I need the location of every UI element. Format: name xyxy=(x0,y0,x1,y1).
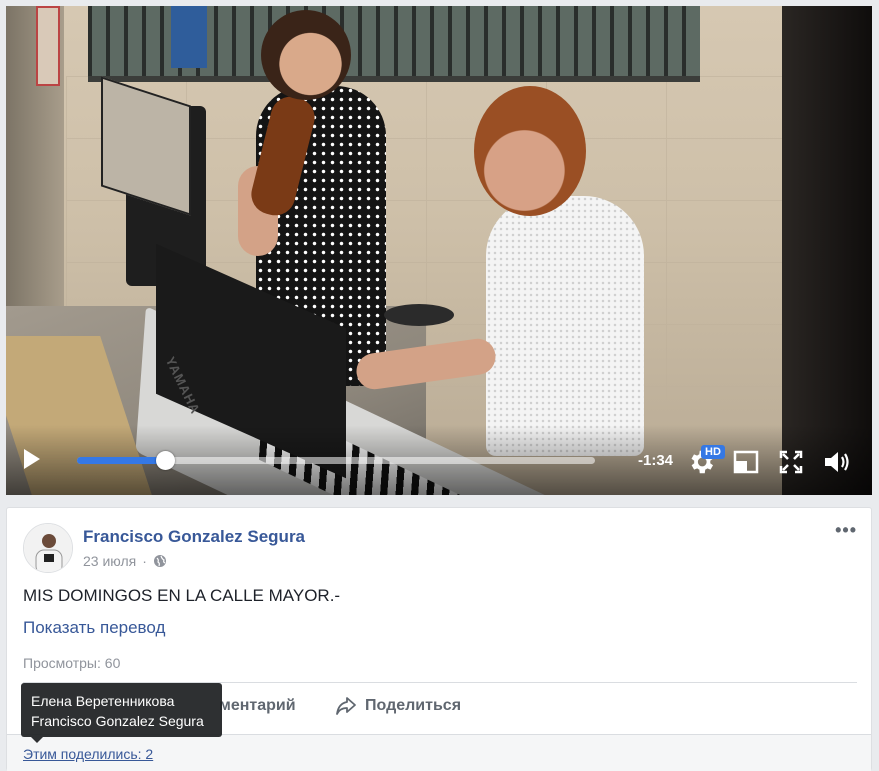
avatar-photo xyxy=(24,524,72,572)
post-date[interactable]: 23 июля xyxy=(83,553,136,569)
author-avatar[interactable] xyxy=(23,523,73,573)
view-count: Просмотры: 60 xyxy=(23,655,121,671)
comment-label: ментарий xyxy=(219,697,296,714)
play-button[interactable] xyxy=(22,448,42,470)
time-remaining: -1:34 xyxy=(638,452,674,469)
share-label: Поделиться xyxy=(365,697,462,714)
volume-button[interactable] xyxy=(823,449,853,480)
shared-by-tooltip: Елена Веретенникова Francisco Gonzalez S… xyxy=(21,683,222,743)
mini-player-button[interactable] xyxy=(733,450,759,479)
picture-in-picture-icon xyxy=(733,450,759,474)
volume-icon xyxy=(825,452,849,472)
fullscreen-button[interactable] xyxy=(779,450,803,479)
video-frame: YAMAHA xyxy=(6,6,872,495)
globe-icon[interactable] xyxy=(153,554,167,568)
comment-button[interactable]: ментарий xyxy=(219,694,296,718)
progress-scrubber[interactable] xyxy=(156,451,176,470)
video-player[interactable]: YAMAHA xyxy=(6,6,872,495)
post-meta: 23 июля · xyxy=(83,553,167,569)
post-text: MIS DOMINGOS EN LA CALLE MAYOR.- xyxy=(23,586,341,605)
hd-badge: HD xyxy=(701,445,725,459)
video-progress-bar[interactable] xyxy=(77,451,595,470)
tooltip-line: Елена Веретенникова xyxy=(31,693,175,709)
progress-fill xyxy=(77,457,166,464)
post-footer: Этим поделились: 2 xyxy=(7,734,871,771)
tooltip-line: Francisco Gonzalez Segura xyxy=(31,713,204,729)
post-author-name[interactable]: Francisco Gonzalez Segura xyxy=(83,527,305,547)
play-icon xyxy=(24,449,40,469)
shares-count-link[interactable]: Этим поделились: 2 xyxy=(23,746,153,762)
meta-separator: · xyxy=(142,553,147,569)
show-translation-link[interactable]: Показать перевод xyxy=(23,618,165,638)
share-button[interactable]: Поделиться xyxy=(335,694,461,718)
fullscreen-icon xyxy=(779,450,803,474)
post-options-button[interactable]: ••• xyxy=(835,520,857,541)
share-arrow-icon xyxy=(336,697,356,715)
